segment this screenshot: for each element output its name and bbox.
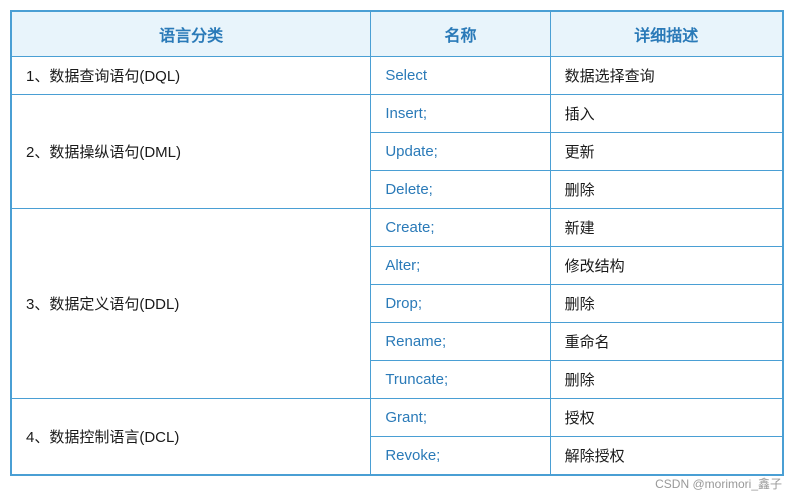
description-cell: 新建 <box>550 209 782 247</box>
name-cell: Delete; <box>371 171 550 209</box>
main-table-container: 语言分类 名称 详细描述 1、数据查询语句(DQL)Select数据选择查询2、… <box>10 10 784 476</box>
description-cell: 数据选择查询 <box>550 57 782 95</box>
name-cell: Update; <box>371 133 550 171</box>
description-cell: 重命名 <box>550 323 782 361</box>
category-cell: 2、数据操纵语句(DML) <box>12 95 371 209</box>
name-cell: Select <box>371 57 550 95</box>
description-cell: 删除 <box>550 361 782 399</box>
header-name: 名称 <box>371 12 550 57</box>
category-cell: 4、数据控制语言(DCL) <box>12 399 371 475</box>
header-category: 语言分类 <box>12 12 371 57</box>
description-cell: 更新 <box>550 133 782 171</box>
description-cell: 插入 <box>550 95 782 133</box>
name-cell: Insert; <box>371 95 550 133</box>
description-cell: 删除 <box>550 285 782 323</box>
name-cell: Truncate; <box>371 361 550 399</box>
name-cell: Grant; <box>371 399 550 437</box>
table-row: 2、数据操纵语句(DML)Insert;插入 <box>12 95 783 133</box>
sql-classification-table: 语言分类 名称 详细描述 1、数据查询语句(DQL)Select数据选择查询2、… <box>11 11 783 475</box>
table-row: 1、数据查询语句(DQL)Select数据选择查询 <box>12 57 783 95</box>
name-cell: Create; <box>371 209 550 247</box>
category-cell: 1、数据查询语句(DQL) <box>12 57 371 95</box>
table-row: 4、数据控制语言(DCL)Grant;授权 <box>12 399 783 437</box>
watermark-text: CSDN @morimori_鑫子 <box>655 475 782 492</box>
name-cell: Drop; <box>371 285 550 323</box>
name-cell: Rename; <box>371 323 550 361</box>
table-header-row: 语言分类 名称 详细描述 <box>12 12 783 57</box>
description-cell: 授权 <box>550 399 782 437</box>
table-row: 3、数据定义语句(DDL)Create;新建 <box>12 209 783 247</box>
header-description: 详细描述 <box>550 12 782 57</box>
description-cell: 修改结构 <box>550 247 782 285</box>
description-cell: 解除授权 <box>550 437 782 475</box>
description-cell: 删除 <box>550 171 782 209</box>
name-cell: Alter; <box>371 247 550 285</box>
name-cell: Revoke; <box>371 437 550 475</box>
category-cell: 3、数据定义语句(DDL) <box>12 209 371 399</box>
